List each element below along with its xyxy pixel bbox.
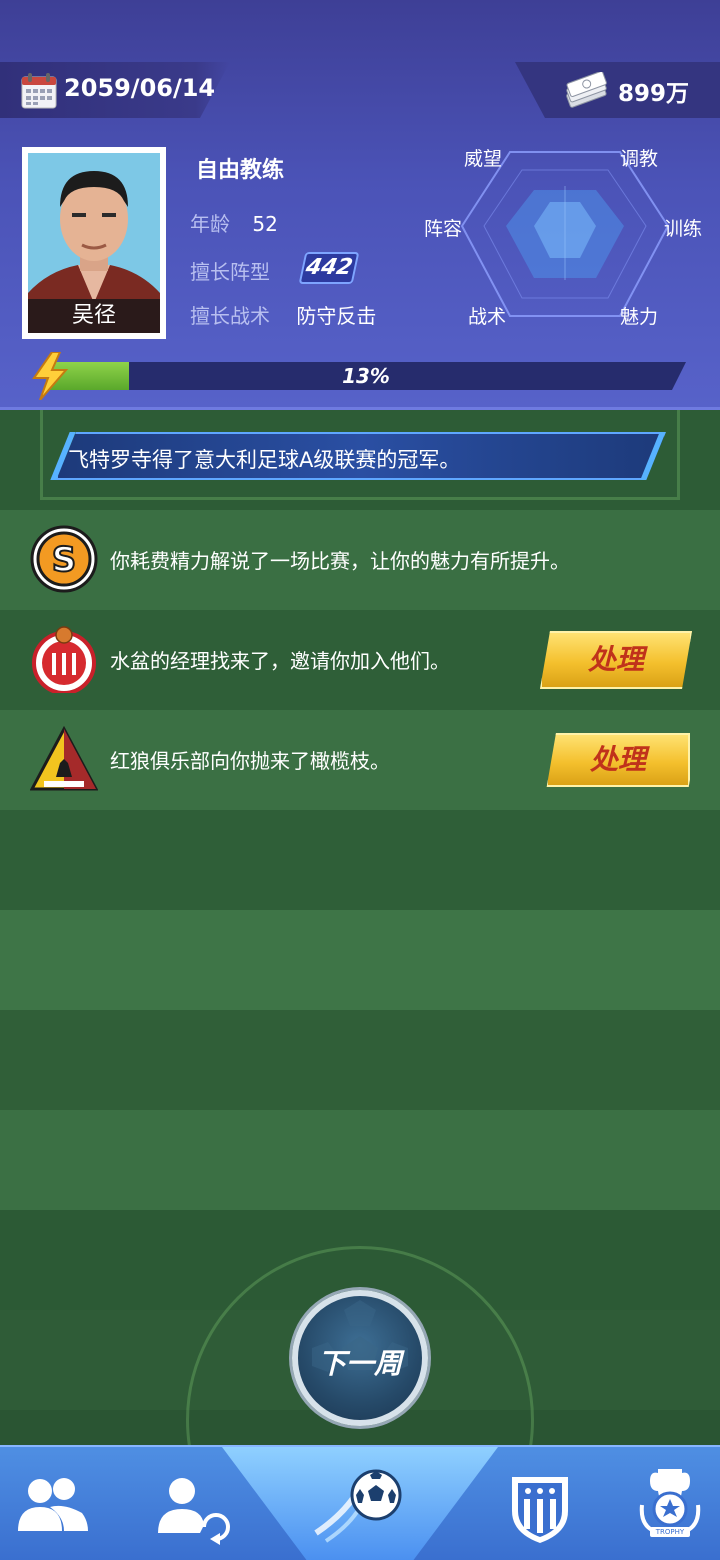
nav-match[interactable] <box>310 1447 410 1560</box>
coach-header: 2059/06/14 899万 吴径 自由教练 年龄 52 擅长阵型 442 擅… <box>0 0 720 410</box>
radar-label-charm: 魅力 <box>620 306 659 328</box>
bottom-navigation: TROPHY <box>0 1445 720 1560</box>
energy-progress-text: 13% <box>342 364 390 388</box>
pitch-stripe <box>0 910 720 1010</box>
money-amount: 899万 <box>618 81 690 107</box>
lightning-icon <box>32 352 69 400</box>
radar-label-training: 训练 <box>664 218 703 240</box>
radar-label-training-style: 调教 <box>620 148 659 170</box>
radar-label-squad: 阵容 <box>424 218 463 240</box>
radar-label-prestige: 威望 <box>464 148 503 170</box>
coach-role: 自由教练 <box>196 158 285 183</box>
event-row: S 你耗费精力解说了一场比赛，让你的魅力有所提升。 <box>0 509 720 609</box>
current-date: 2059/06/14 <box>64 74 216 102</box>
event-text: 你耗费精力解说了一场比赛，让你的魅力有所提升。 <box>110 549 570 573</box>
event-text: 水盆的经理找来了，邀请你加入他们。 <box>110 649 450 673</box>
s-coin-icon: S <box>30 525 98 593</box>
ability-radar[interactable]: 威望 调教 训练 魅力 战术 阵容 <box>410 130 720 340</box>
nav-trophy[interactable]: TROPHY <box>620 1447 720 1560</box>
news-ticker: 飞特罗寺得了意大利足球A级联赛的冠军。 <box>56 432 666 480</box>
svg-text:S: S <box>52 540 77 580</box>
trophy-icon <box>639 1469 701 1537</box>
coach-name: 吴径 <box>28 299 160 333</box>
transfer-icon <box>158 1478 230 1545</box>
team-icon <box>18 1478 88 1531</box>
calendar-icon <box>21 73 57 109</box>
coach-portrait[interactable]: 吴径 <box>22 147 166 339</box>
nav-transfer[interactable] <box>140 1447 240 1560</box>
pitch-stripe <box>0 1010 720 1110</box>
age-label: 年龄 <box>190 212 230 236</box>
age-row: 年龄 52 <box>190 208 278 237</box>
age-value: 52 <box>252 212 278 236</box>
event-row: 红狼俱乐部向你抛来了橄榄枝。 处理 <box>0 709 720 809</box>
club-crest-icon <box>32 626 96 693</box>
event-text: 红狼俱乐部向你抛来了橄榄枝。 <box>110 749 390 773</box>
nav-team[interactable] <box>0 1447 110 1560</box>
handle-button[interactable]: 处理 <box>540 631 692 689</box>
event-row: 水盆的经理找来了，邀请你加入他们。 处理 <box>0 609 720 709</box>
pitch-stripe <box>0 810 720 910</box>
tactic-label: 擅长战术 <box>190 304 270 328</box>
cash-icon <box>566 72 607 108</box>
nav-club[interactable] <box>490 1447 590 1560</box>
club-icon <box>512 1477 568 1543</box>
handle-button[interactable]: 处理 <box>546 733 690 787</box>
radar-label-tactics: 战术 <box>468 306 507 328</box>
formation-label: 擅长阵型 <box>190 260 270 284</box>
wolf-crest-icon <box>30 725 98 791</box>
trophy-caption: TROPHY <box>655 1528 685 1536</box>
next-week-label: 下一周 <box>317 1347 402 1380</box>
formation-badge: 442 <box>298 252 360 284</box>
match-icon <box>314 1469 402 1543</box>
formation-row: 擅长阵型 <box>190 256 270 285</box>
pitch-stripe <box>0 1110 720 1210</box>
tactic-value: 防守反击 <box>296 304 377 328</box>
news-ticker-text: 飞特罗寺得了意大利足球A级联赛的冠军。 <box>68 448 461 472</box>
next-week-button[interactable]: 下一周 <box>292 1290 428 1426</box>
tactic-row: 擅长战术 防守反击 <box>190 300 376 329</box>
